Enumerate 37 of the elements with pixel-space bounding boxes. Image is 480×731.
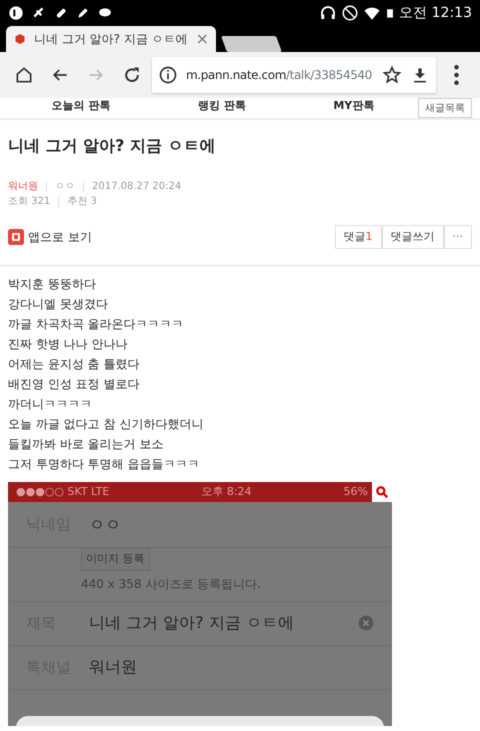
body-text: 오늘 까글 없다고 참 신기하다했더니 (8, 416, 204, 434)
view-count: 조회 321 (8, 195, 50, 210)
browser-tab[interactable]: 니네 그거 알아? 지금 ㅇㅌ에 × (6, 26, 216, 52)
channel-link[interactable]: 워너원 (8, 179, 38, 194)
new-posts-button[interactable]: 새글목록 (418, 98, 472, 118)
address-bar[interactable]: m.pann.nate.com/talk/33854540 (152, 57, 436, 93)
body-text: 박지훈 뚱뚱하다 (8, 276, 97, 294)
comments-button[interactable]: 댓글1 (334, 225, 382, 250)
body-text: 강다니엘 못생겼다 (8, 296, 109, 314)
battery-text: 56% (344, 484, 368, 500)
body-text: 들킬까봐 바로 올리는거 보소 (8, 436, 164, 454)
carrier-text: ●●●○○ SKT LTE (16, 484, 110, 500)
write-comment-button[interactable]: 댓글쓰기 (382, 225, 444, 250)
body-text: 까더니ㅋㅋㅋㅋ (8, 396, 93, 414)
tab-title: 니네 그거 알아? 지금 ㅇㅌ에 (34, 31, 188, 48)
nav-link[interactable]: 랭킹 판톡 (198, 98, 246, 114)
body-text: 어제는 윤지성 춤 틀렸다 (8, 356, 140, 374)
phone-time: 오후 8:24 (200, 484, 253, 500)
nav-link[interactable]: MY판톡 (333, 98, 374, 114)
field-value: 니네 그거 알아? 지금 ㅇㅌ에 (89, 612, 295, 634)
body-text: 배진영 인성 표정 별로다 (8, 376, 140, 394)
status-time: 오전 12:13 (399, 4, 472, 22)
body-text: 그저 투명하다 투명해 읍읍들ㅋㅋㅋ (8, 456, 200, 474)
field-value: 워너원 (89, 656, 138, 678)
more-button[interactable]: ··· (444, 225, 472, 250)
url-text: m.pann.nate.com/talk/33854540 (186, 67, 373, 84)
recommend-count: 추천 3 (67, 195, 97, 210)
close-tab-button[interactable]: × (196, 27, 210, 51)
app-view-link[interactable]: 앱으로 보기 (28, 228, 92, 246)
body-text: 진짜 핫병 나나 안나나 (8, 336, 128, 354)
nav-link[interactable]: 오늘의 판톡 (52, 98, 111, 114)
post-title: 니네 그거 알아? 지금 ㅇㅌ에 (8, 136, 217, 156)
image-size-hint: 440 x 358 사이즈로 등록됩니다. (81, 576, 261, 593)
post-date: 2017.08.27 20:24 (92, 180, 182, 194)
author-name: ㅇㅇ (55, 180, 75, 194)
field-value: ㅇㅇ (89, 514, 122, 536)
body-text: 까글 차곡차곡 올라온다ㅋㅋㅋㅋ (8, 316, 185, 334)
